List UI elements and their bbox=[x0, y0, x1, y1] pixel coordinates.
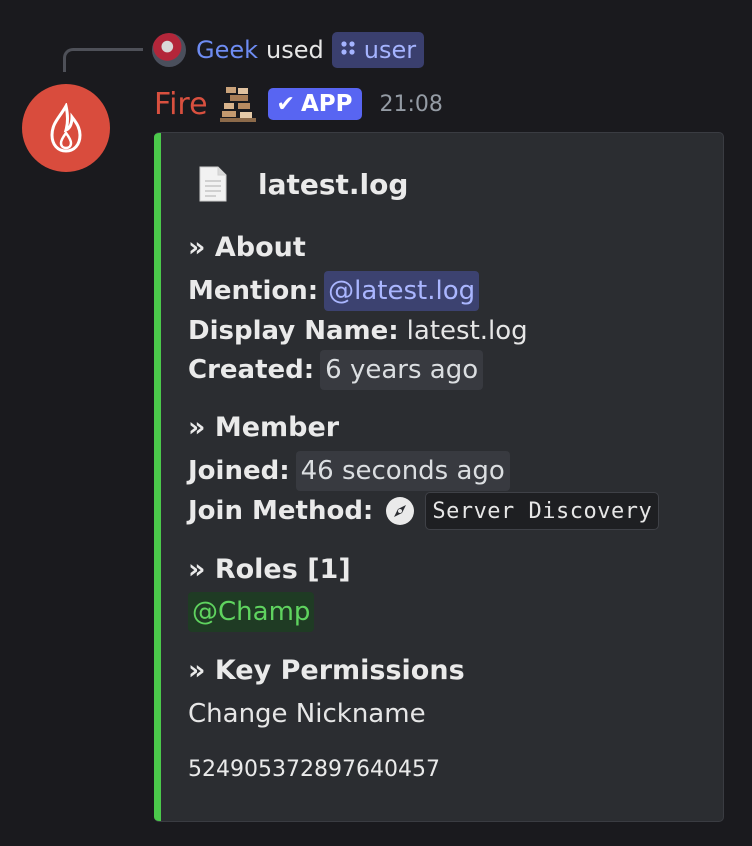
document-icon bbox=[199, 166, 227, 202]
mention-row: Mention: @latest.log bbox=[188, 271, 480, 311]
reply-used-text: used bbox=[266, 36, 324, 64]
role-mention[interactable]: @Champ bbox=[188, 592, 315, 632]
display-name-label: Display Name: bbox=[188, 316, 399, 346]
section-heading-permissions: » Key Permissions bbox=[188, 654, 465, 686]
command-name: user bbox=[363, 36, 417, 64]
reply-avatar[interactable] bbox=[152, 33, 186, 67]
join-method-code: Server Discovery bbox=[425, 492, 660, 530]
roles-row: @Champ bbox=[188, 592, 315, 632]
display-name-row: Display Name: latest.log bbox=[188, 311, 528, 351]
created-label: Created: bbox=[188, 355, 315, 385]
joined-timestamp[interactable]: 46 seconds ago bbox=[295, 451, 510, 491]
message-timestamp[interactable]: 21:08 bbox=[380, 92, 443, 117]
joined-label: Joined: bbox=[188, 456, 290, 486]
reply-connector bbox=[63, 48, 143, 72]
display-name-value: latest.log bbox=[406, 316, 528, 346]
check-icon: ✔ bbox=[276, 91, 295, 117]
section-heading-about: » About bbox=[188, 231, 306, 263]
author-avatar[interactable] bbox=[22, 84, 110, 172]
created-timestamp[interactable]: 6 years ago bbox=[320, 350, 484, 390]
app-badge: ✔ APP bbox=[267, 88, 362, 120]
author-name[interactable]: Fire bbox=[154, 87, 208, 122]
app-badge-label: APP bbox=[300, 91, 353, 117]
flame-icon bbox=[50, 103, 82, 153]
embed-author: latest.log bbox=[198, 165, 408, 203]
embed-accent-bar bbox=[154, 133, 161, 821]
message-header: Fire ✔ APP 21:08 bbox=[154, 84, 443, 124]
reply-username[interactable]: Geek bbox=[196, 36, 258, 64]
mention-label: Mention: bbox=[188, 276, 319, 306]
user-mention[interactable]: @latest.log bbox=[324, 271, 480, 311]
command-pill[interactable]: user bbox=[331, 32, 425, 68]
section-heading-roles: » Roles [1] bbox=[188, 553, 351, 585]
embed-card: latest.log » About Mention: @latest.log … bbox=[154, 132, 724, 822]
joined-row: Joined: 46 seconds ago bbox=[188, 451, 510, 491]
join-method-label: Join Method: bbox=[188, 496, 374, 526]
compass-icon bbox=[386, 497, 415, 525]
permissions-value: Change Nickname bbox=[188, 699, 426, 729]
embed-title: latest.log bbox=[258, 167, 409, 201]
created-row: Created: 6 years ago bbox=[188, 350, 484, 390]
apps-icon bbox=[340, 40, 356, 60]
embed-footer: 524905372897640457 bbox=[188, 756, 440, 782]
join-method-row: Join Method: Server Discovery bbox=[188, 491, 660, 531]
section-heading-member: » Member bbox=[188, 411, 340, 443]
reply-context: Geek used user bbox=[152, 31, 425, 69]
jenga-blocks-icon bbox=[219, 87, 256, 122]
